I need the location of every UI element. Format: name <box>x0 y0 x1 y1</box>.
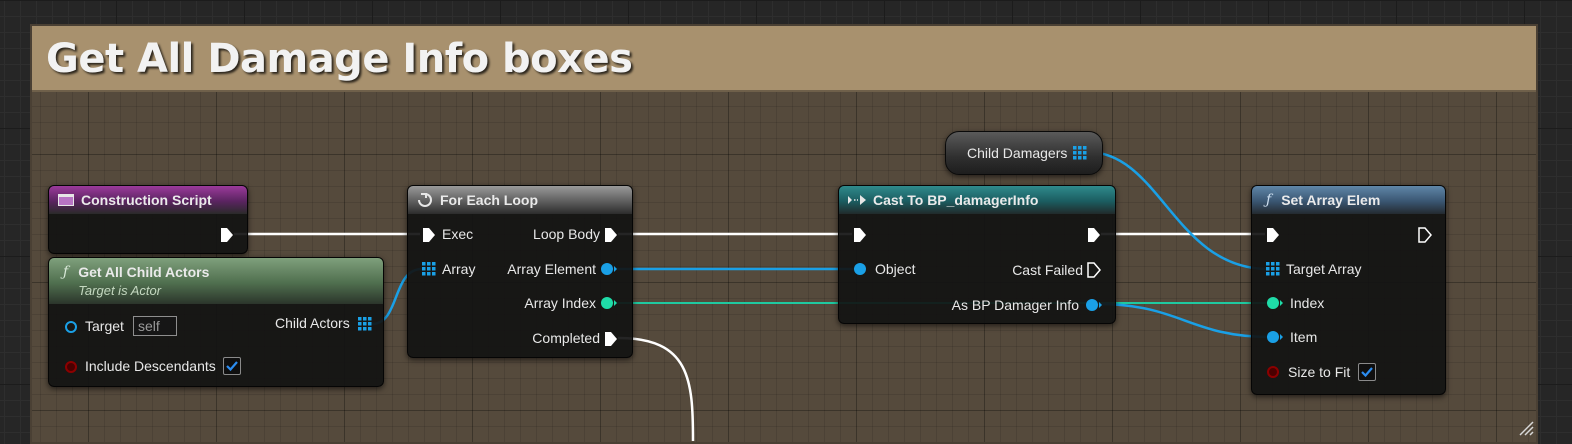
child-damagers-label: Child Damagers <box>967 145 1068 161</box>
loop-body-pin[interactable] <box>604 227 618 243</box>
cast-exec-in-pin[interactable] <box>853 227 867 243</box>
include-descendants-label: Include Descendants <box>85 358 216 374</box>
array-index-pin[interactable] <box>600 296 618 310</box>
cast-node[interactable]: Cast To BP_damagerInfo Object Cast Faile… <box>838 185 1116 324</box>
array-index-label: Array Index <box>524 295 596 311</box>
set-array-elem-title: Set Array Elem <box>1281 192 1381 208</box>
as-bp-damager-info-label: As BP Damager Info <box>951 297 1079 313</box>
get-all-child-actors-subtitle: Target is Actor <box>78 283 162 298</box>
object-pin[interactable] <box>853 262 867 276</box>
include-descendants-pin[interactable] <box>64 360 78 374</box>
size-to-fit-label: Size to Fit <box>1288 364 1351 380</box>
construction-script-icon <box>57 192 75 208</box>
comment-header[interactable]: Get All Damage Info boxes <box>32 26 1536 92</box>
item-label: Item <box>1290 329 1318 345</box>
set-array-elem-node[interactable]: ƒ Set Array Elem Target Array Index Item… <box>1251 185 1446 395</box>
cast-failed-pin[interactable] <box>1087 262 1101 278</box>
cast-icon <box>847 194 867 206</box>
for-each-loop-title: For Each Loop <box>440 192 538 208</box>
item-pin[interactable] <box>1266 330 1284 344</box>
exec-in-label: Exec <box>442 226 474 242</box>
exec-out-pin[interactable] <box>220 227 234 243</box>
set-exec-in-pin[interactable] <box>1266 227 1280 243</box>
loop-body-label: Loop Body <box>533 226 600 242</box>
child-damagers-variable-node[interactable]: Child Damagers <box>945 131 1103 175</box>
for-each-loop-node[interactable]: For Each Loop Exec Loop Body Array Array… <box>407 185 633 358</box>
target-label: Target <box>85 318 124 334</box>
set-exec-out-pin[interactable] <box>1418 227 1432 243</box>
child-actors-array-pin[interactable] <box>358 317 372 331</box>
comment-title: Get All Damage Info boxes <box>46 36 633 82</box>
exec-in-pin[interactable] <box>422 227 436 243</box>
completed-pin[interactable] <box>604 331 618 347</box>
include-descendants-checkbox[interactable] <box>223 357 241 375</box>
loop-icon <box>416 192 434 208</box>
construction-script-title: Construction Script <box>81 192 212 208</box>
cast-title: Cast To BP_damagerInfo <box>873 192 1039 208</box>
child-actors-label: Child Actors <box>275 315 350 331</box>
object-label: Object <box>875 261 916 277</box>
get-all-child-actors-title: Get All Child Actors <box>78 264 210 280</box>
as-bp-damager-info-pin[interactable] <box>1085 298 1103 312</box>
checkmark-icon <box>226 361 238 372</box>
array-element-label: Array Element <box>507 261 596 277</box>
construction-script-node[interactable]: Construction Script <box>48 185 248 254</box>
checkmark-icon <box>1361 367 1373 378</box>
target-pin[interactable] <box>64 320 78 334</box>
index-label: Index <box>1290 295 1325 311</box>
array-element-pin[interactable] <box>600 262 618 276</box>
cast-exec-out-pin[interactable] <box>1087 227 1101 243</box>
target-array-label: Target Array <box>1286 261 1362 277</box>
target-array-pin[interactable] <box>1266 262 1280 276</box>
child-damagers-array-pin[interactable] <box>1073 146 1087 160</box>
function-icon: ƒ <box>63 264 69 280</box>
completed-label: Completed <box>532 330 600 346</box>
target-self-field[interactable]: self <box>133 316 177 336</box>
size-to-fit-checkbox[interactable] <box>1358 363 1376 381</box>
array-in-pin[interactable] <box>422 262 436 276</box>
cast-failed-label: Cast Failed <box>1012 262 1083 278</box>
function-icon: ƒ <box>1266 192 1272 208</box>
resize-grip-icon[interactable] <box>1518 420 1534 436</box>
index-pin[interactable] <box>1266 296 1284 310</box>
array-in-label: Array <box>442 261 476 277</box>
get-all-child-actors-node[interactable]: ƒ Get All Child Actors Target is Actor T… <box>48 257 384 387</box>
size-to-fit-pin[interactable] <box>1266 365 1280 379</box>
